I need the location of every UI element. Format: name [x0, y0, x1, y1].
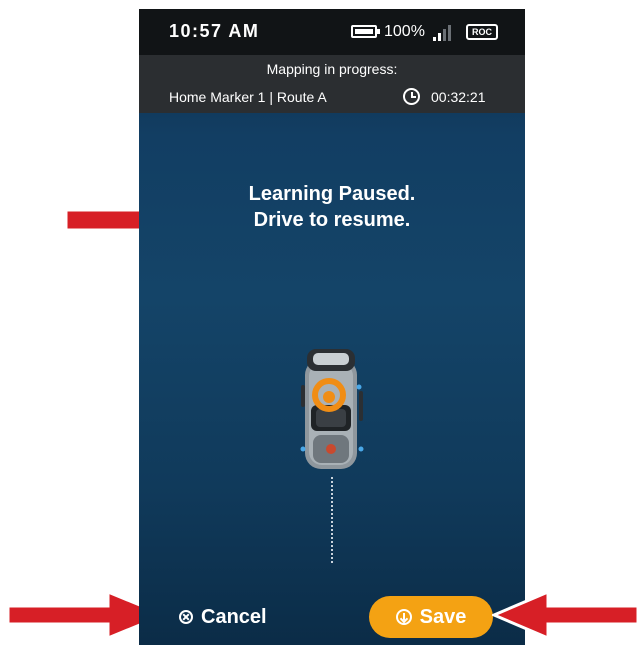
status-time: 10:57 AM — [169, 21, 260, 41]
save-label: Save — [419, 605, 467, 628]
status-bar: 10:57 AM 100% ROC — [139, 9, 525, 55]
phone-screen: 10:57 AM 100% ROC Mapping in progress: H… — [139, 9, 525, 645]
route-path-line — [331, 477, 333, 563]
elapsed-time: 00:32:21 — [431, 89, 486, 105]
cancel-button[interactable]: Cancel — [179, 602, 267, 632]
status-message: Learning Paused. Drive to resume. — [139, 181, 525, 233]
save-button[interactable]: Save — [369, 596, 493, 638]
battery-icon — [351, 25, 380, 38]
roc-badge: ROC — [466, 24, 498, 40]
mapping-header: Mapping in progress: Home Marker 1 | Rou… — [139, 55, 525, 113]
clock-icon — [403, 88, 420, 105]
message-line-1: Learning Paused. — [248, 183, 416, 205]
cancel-label: Cancel — [201, 605, 267, 628]
page: 10:57 AM 100% ROC Mapping in progress: H… — [0, 0, 638, 645]
mapping-title: Mapping in progress: — [266, 61, 398, 77]
save-icon — [395, 609, 412, 625]
annotation-arrow-save — [492, 590, 638, 640]
cancel-icon — [179, 610, 193, 624]
route-label: Home Marker 1 | Route A — [169, 89, 327, 105]
message-line-2: Drive to resume. — [253, 209, 411, 231]
battery-percent: 100% — [384, 23, 425, 40]
signal-icon — [433, 25, 455, 41]
vehicle-icon — [300, 349, 364, 469]
